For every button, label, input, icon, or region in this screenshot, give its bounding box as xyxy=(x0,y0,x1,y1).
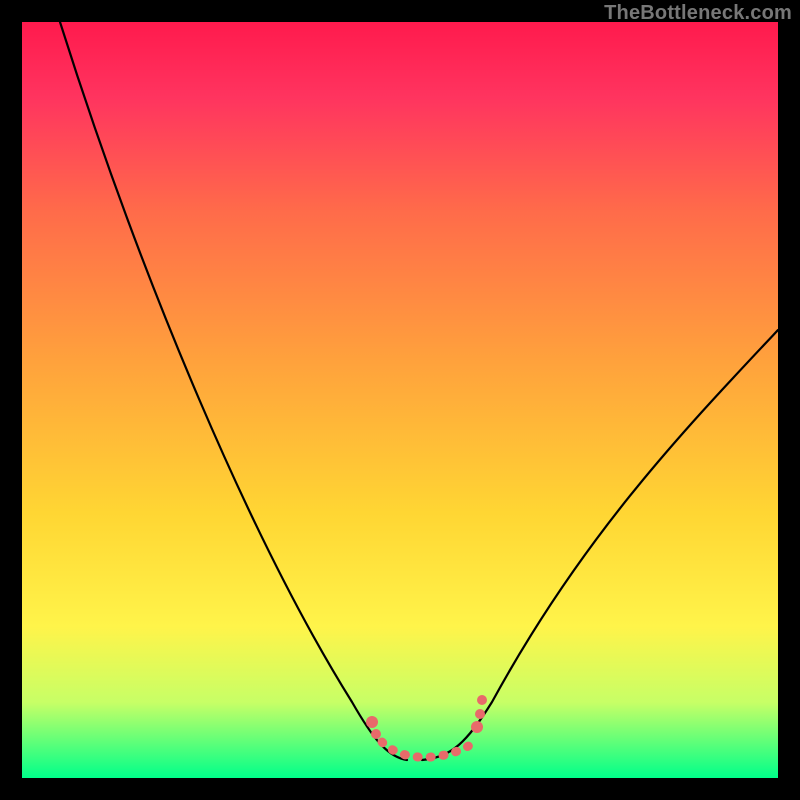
optimal-dot xyxy=(477,695,487,705)
chart-frame xyxy=(22,22,778,778)
optimal-dot xyxy=(371,729,381,739)
curve-right xyxy=(422,330,778,760)
optimal-dot xyxy=(366,716,378,728)
watermark-text: TheBottleneck.com xyxy=(604,2,792,25)
optimal-dot xyxy=(471,721,483,733)
chart-svg xyxy=(22,22,778,778)
optimal-dot xyxy=(475,709,485,719)
curve-left xyxy=(60,22,407,760)
